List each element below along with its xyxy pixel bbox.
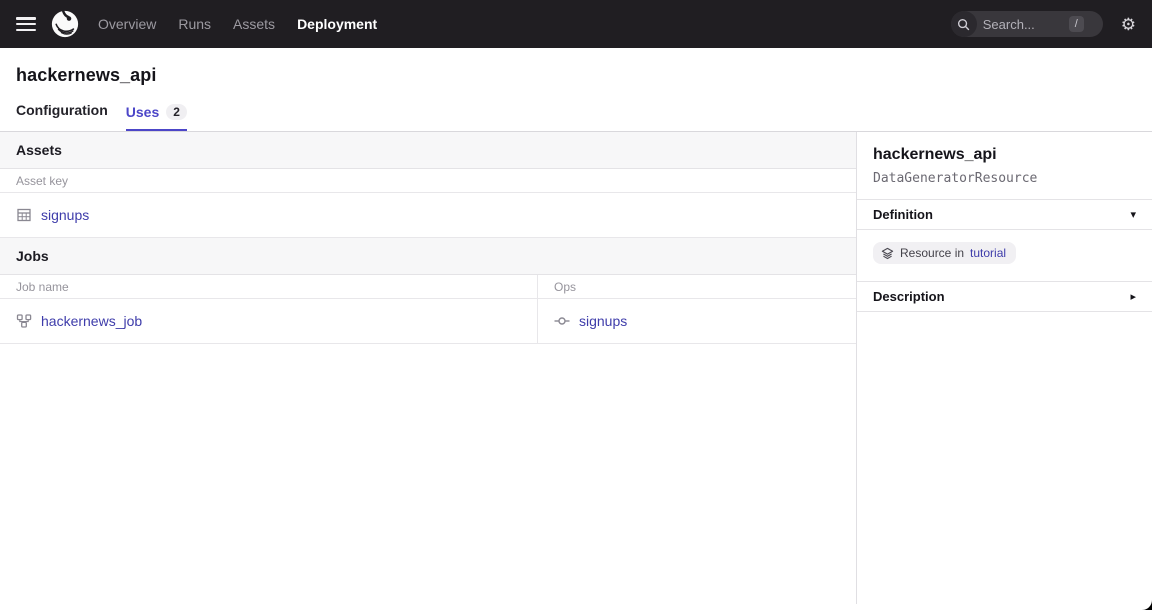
jobs-column-header-row: Job name Ops: [0, 275, 856, 299]
page-title: hackernews_api: [16, 65, 1136, 86]
tab-configuration[interactable]: Configuration: [16, 94, 108, 131]
search-input[interactable]: [977, 17, 1069, 32]
dagster-app: Overview Runs Assets Deployment / ⚙ hack…: [0, 0, 1152, 610]
chevron-right-icon: ▸: [1130, 290, 1136, 303]
resource-header: hackernews_api DataGeneratorResource: [857, 132, 1152, 199]
nav-item-assets[interactable]: Assets: [233, 16, 275, 32]
op-icon: [554, 313, 570, 329]
tab-configuration-label: Configuration: [16, 102, 108, 118]
search-icon: [951, 11, 977, 37]
page-header: hackernews_api: [0, 48, 1152, 90]
top-nav: Overview Runs Assets Deployment / ⚙: [0, 0, 1152, 48]
layers-icon: [881, 247, 894, 260]
definition-label: Definition: [873, 207, 933, 222]
resource-title: hackernews_api: [873, 146, 1136, 164]
ops-column-header: Ops: [538, 275, 856, 298]
nav-item-overview[interactable]: Overview: [98, 16, 156, 32]
description-section-toggle[interactable]: Description ▸: [857, 281, 1152, 312]
resource-detail-panel: hackernews_api DataGeneratorResource Def…: [857, 132, 1152, 604]
search-box[interactable]: /: [951, 11, 1103, 37]
asset-key-column-header: Asset key: [0, 169, 856, 192]
search-shortcut-badge: /: [1069, 16, 1084, 32]
job-name-column-header: Job name: [0, 275, 538, 298]
tag-location-link[interactable]: tutorial: [970, 246, 1006, 260]
tab-uses[interactable]: Uses 2: [126, 96, 187, 131]
resource-location-tag[interactable]: Resource in tutorial: [873, 242, 1016, 264]
hamburger-menu-icon[interactable]: [16, 17, 36, 31]
definition-section-toggle[interactable]: Definition ▾: [857, 199, 1152, 229]
nav-item-runs[interactable]: Runs: [178, 16, 211, 32]
job-row[interactable]: hackernews_job signups: [0, 299, 856, 344]
resource-type: DataGeneratorResource: [873, 171, 1136, 186]
asset-table-icon: [16, 207, 32, 223]
window-corner: [1142, 600, 1152, 610]
gear-icon[interactable]: ⚙: [1121, 16, 1136, 33]
asset-link-signups[interactable]: signups: [41, 207, 89, 223]
tab-bar: Configuration Uses 2: [0, 90, 1152, 132]
tab-uses-count-badge: 2: [166, 104, 187, 120]
job-link-hackernews-job[interactable]: hackernews_job: [41, 313, 142, 329]
chevron-down-icon: ▾: [1130, 208, 1136, 221]
tag-prefix: Resource in: [900, 246, 964, 260]
assets-section-header: Assets: [0, 132, 856, 169]
jobs-section-header: Jobs: [0, 238, 856, 275]
nav-item-deployment[interactable]: Deployment: [297, 16, 377, 32]
primary-nav: Overview Runs Assets Deployment: [98, 16, 377, 32]
op-link-signups[interactable]: signups: [579, 313, 627, 329]
tab-uses-label: Uses: [126, 104, 159, 120]
dagster-logo-icon[interactable]: [50, 9, 80, 39]
uses-panel: Assets Asset key signups Jobs Job name O…: [0, 132, 857, 604]
definition-section-body: Resource in tutorial: [857, 229, 1152, 281]
content-area: Assets Asset key signups Jobs Job name O…: [0, 132, 1152, 604]
assets-column-header-row: Asset key: [0, 169, 856, 193]
job-graph-icon: [16, 313, 32, 329]
description-label: Description: [873, 289, 945, 304]
asset-row[interactable]: signups: [0, 193, 856, 238]
